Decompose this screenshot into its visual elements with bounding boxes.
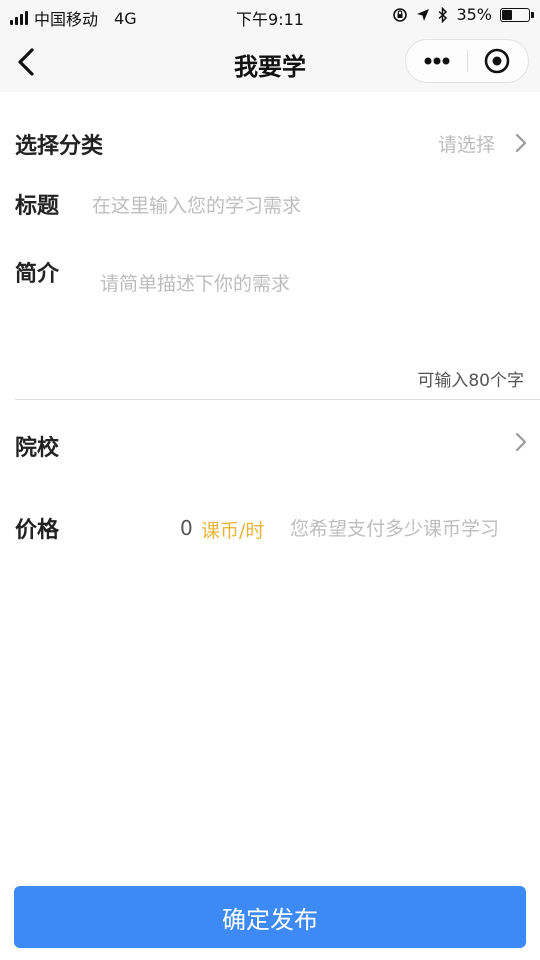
signal-icon — [10, 11, 28, 25]
battery-percent: 35% — [456, 5, 492, 24]
intro-textarea[interactable]: 请简单描述下你的需求 — [100, 269, 520, 369]
section-divider — [15, 399, 540, 400]
title-input[interactable]: 在这里输入您的学习需求 — [92, 191, 512, 218]
title-row: 标题 在这里输入您的学习需求 — [0, 172, 540, 232]
submit-button[interactable]: 确定发布 — [14, 886, 526, 948]
school-label: 院校 — [15, 436, 60, 461]
title-label: 标题 — [15, 194, 60, 219]
mini-program-capsule — [405, 39, 529, 83]
location-arrow-icon — [417, 8, 430, 21]
more-dots-icon — [424, 57, 450, 65]
price-input[interactable]: 0 — [180, 516, 193, 540]
status-bar: 中国移动 4G 下午9:11 35% — [0, 0, 540, 32]
network-type: 4G — [114, 8, 137, 28]
chevron-right-icon — [515, 432, 527, 452]
category-label: 选择分类 — [15, 134, 104, 159]
target-circle-icon — [484, 48, 510, 74]
category-row[interactable]: 选择分类 请选择 — [0, 110, 540, 170]
chevron-right-icon — [515, 133, 527, 153]
intro-char-counter: 可输入80个字 — [417, 371, 524, 391]
school-row[interactable]: 院校 — [0, 410, 540, 476]
carrier-name: 中国移动 — [34, 10, 99, 29]
category-value: 请选择 — [438, 134, 496, 156]
intro-label: 简介 — [15, 262, 60, 287]
back-button[interactable] — [10, 44, 46, 80]
price-unit: 课币/时 — [201, 520, 265, 542]
battery-fill — [502, 9, 512, 20]
orientation-lock-icon — [393, 7, 408, 22]
close-button[interactable] — [466, 40, 528, 82]
status-left: 中国移动 4G — [10, 6, 137, 30]
battery-icon — [500, 7, 534, 22]
status-right: 35% — [392, 5, 534, 24]
nav-bar: 我要学 — [0, 32, 540, 92]
price-hint: 您希望支付多少课币学习 — [290, 518, 500, 540]
bluetooth-icon — [438, 6, 448, 23]
more-button[interactable] — [406, 40, 468, 82]
price-label: 价格 — [15, 518, 60, 543]
chevron-left-icon — [18, 48, 34, 76]
